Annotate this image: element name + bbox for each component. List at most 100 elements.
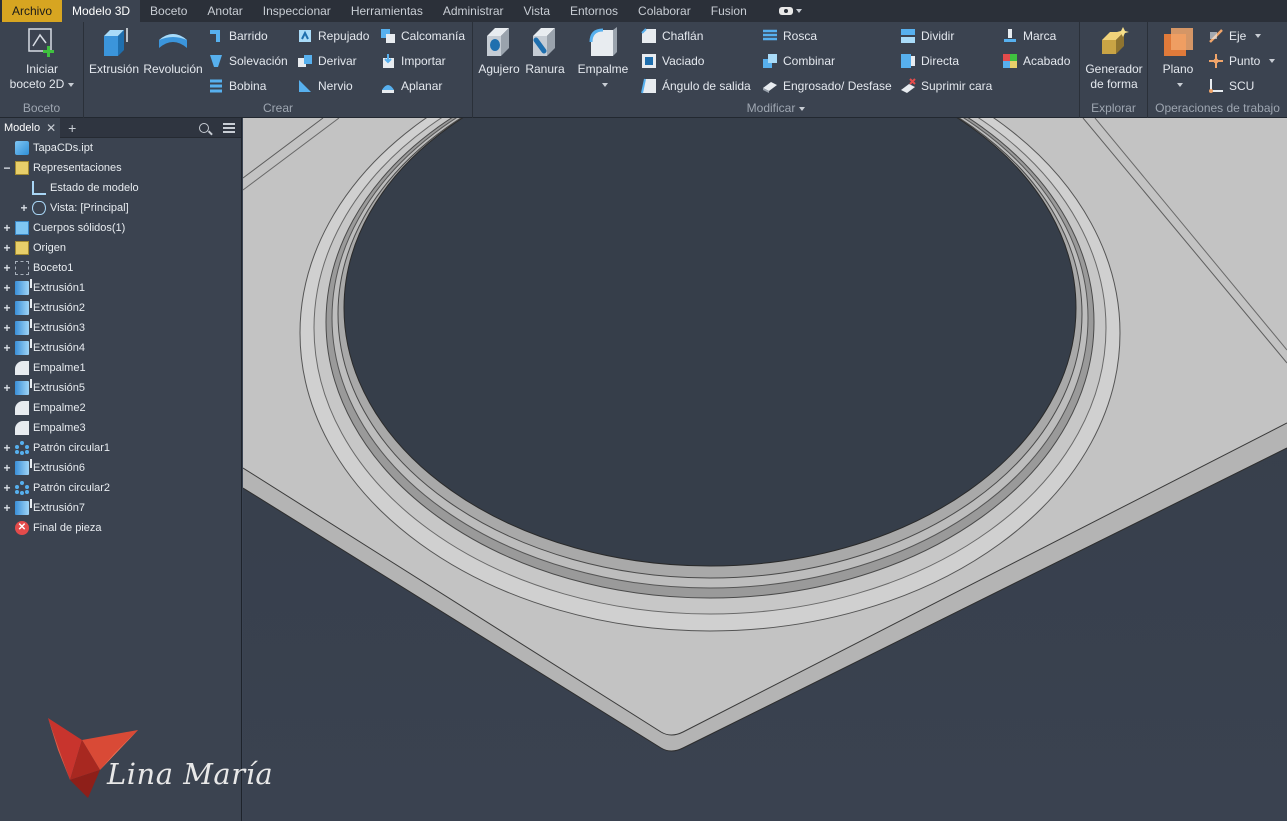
hole-label: Agujero	[478, 62, 520, 76]
menu-tab-vista[interactable]: Vista	[514, 0, 560, 22]
browser-tab-model[interactable]: Modelo ✕	[0, 117, 61, 138]
tree-item-label: Extrusión6	[33, 462, 85, 474]
folder-icon	[15, 241, 29, 255]
expand-icon[interactable]: +	[3, 482, 11, 494]
split-button[interactable]: Dividir	[900, 25, 954, 47]
expand-icon[interactable]: +	[3, 382, 11, 394]
fillet-dropdown-icon[interactable]	[573, 77, 633, 92]
slot-button[interactable]: Ranura	[523, 26, 567, 77]
menu-tab-inspeccionar[interactable]: Inspeccionar	[253, 0, 341, 22]
tree-item[interactable]: − Representaciones	[3, 158, 122, 178]
shape-generator-label-2: de forma	[1090, 77, 1138, 91]
emboss-button[interactable]: Repujado	[297, 25, 369, 47]
mark-button[interactable]: Marca	[1002, 25, 1056, 47]
shell-label: Vaciado	[662, 54, 705, 68]
tree-item[interactable]: Empalme3	[3, 418, 86, 438]
expand-icon[interactable]: +	[3, 242, 11, 254]
tree-item[interactable]: + Extrusión4	[3, 338, 85, 358]
tree-item[interactable]: + Boceto1	[3, 258, 73, 278]
hole-button[interactable]: Agujero	[476, 26, 522, 77]
panel-title-modificar[interactable]: Modificar	[473, 101, 1079, 115]
menu-tab-boceto[interactable]: Boceto	[140, 0, 197, 22]
tree-item[interactable]: Estado de modelo	[20, 178, 139, 198]
close-icon[interactable]: ✕	[46, 118, 56, 138]
menu-tab-fusion[interactable]: Fusion	[701, 0, 757, 22]
thicken-offset-button[interactable]: Engrosado/ Desfase	[762, 75, 892, 97]
delete-face-button[interactable]: Suprimir cara	[900, 75, 992, 97]
tree-item[interactable]: + Extrusión6	[3, 458, 85, 478]
tree-item[interactable]: + Vista: [Principal]	[20, 198, 129, 218]
direct-edit-button[interactable]: Directa	[900, 50, 959, 72]
tree-item[interactable]: Empalme1	[3, 358, 86, 378]
import-button[interactable]: Importar	[380, 50, 446, 72]
menu-tab-colaborar[interactable]: Colaborar	[628, 0, 701, 22]
menu-tab-entornos[interactable]: Entornos	[560, 0, 628, 22]
shell-button[interactable]: Vaciado	[641, 50, 704, 72]
work-axis-button[interactable]: Eje	[1208, 25, 1262, 47]
tree-item[interactable]: ✕ Final de pieza	[3, 518, 102, 538]
derive-button[interactable]: Derivar	[297, 50, 357, 72]
tree-item[interactable]: + Patrón circular1	[3, 438, 110, 458]
combine-button[interactable]: Combinar	[762, 50, 835, 72]
rib-button[interactable]: Nervio	[297, 75, 353, 97]
axis-dropdown-icon[interactable]	[1255, 34, 1262, 38]
camera-dropdown[interactable]	[771, 0, 810, 22]
tree-item[interactable]: + Patrón circular2	[3, 478, 110, 498]
unwrap-button[interactable]: Aplanar	[380, 75, 442, 97]
tree-item[interactable]: + Extrusión1	[3, 278, 85, 298]
start-2d-sketch-button[interactable]: Iniciar boceto 2D	[6, 26, 78, 92]
surface-texture-button[interactable]: Acabado	[1002, 50, 1070, 72]
menu-tab-herramientas[interactable]: Herramientas	[341, 0, 433, 22]
menu-tab-modelo-3d[interactable]: Modelo 3D	[62, 0, 141, 22]
tree-item[interactable]: + Extrusión7	[3, 498, 85, 518]
expand-icon[interactable]: +	[3, 222, 11, 234]
extrude-icon	[15, 339, 32, 355]
extrude-button[interactable]: Extrusión	[88, 26, 140, 77]
add-tab-icon[interactable]: +	[68, 120, 76, 136]
expand-icon[interactable]: +	[3, 322, 11, 334]
menu-tab-anotar[interactable]: Anotar	[197, 0, 252, 22]
expand-icon[interactable]: +	[3, 302, 11, 314]
graphics-viewport[interactable]	[243, 118, 1287, 821]
expand-icon[interactable]: +	[3, 342, 11, 354]
search-icon[interactable]	[199, 122, 209, 133]
menu-icon[interactable]	[223, 122, 235, 133]
work-plane-button[interactable]: Plano	[1154, 26, 1202, 92]
tree-item[interactable]: Empalme2	[3, 398, 86, 418]
thread-button[interactable]: Rosca	[762, 25, 817, 47]
decal-button[interactable]: Calcomanía	[380, 25, 465, 47]
coil-button[interactable]: Bobina	[208, 75, 266, 97]
work-point-button[interactable]: Punto	[1208, 50, 1276, 72]
menu-tab-administrar[interactable]: Administrar	[433, 0, 514, 22]
point-dropdown-icon[interactable]	[1269, 59, 1276, 63]
chamfer-button[interactable]: Chaflán	[641, 25, 703, 47]
menu-tab-archivo[interactable]: Archivo	[2, 0, 63, 22]
tree-item-label: Representaciones	[33, 162, 122, 174]
draft-angle-label: Ángulo de salida	[662, 79, 751, 93]
ucs-button[interactable]: SCU	[1208, 75, 1254, 97]
expand-icon[interactable]: +	[3, 262, 11, 274]
tree-item[interactable]: TapaCDs.ipt	[3, 138, 93, 158]
expand-icon[interactable]: +	[20, 202, 28, 214]
loft-button[interactable]: Solevación	[208, 50, 288, 72]
fillet-button[interactable]: Empalme	[573, 26, 633, 92]
shape-generator-button[interactable]: Generador de forma	[1082, 26, 1146, 92]
ribbon: Iniciar boceto 2D Boceto Extrusión Revol…	[0, 22, 1287, 118]
expand-icon[interactable]: +	[3, 442, 11, 454]
tree-item[interactable]: + Extrusión5	[3, 378, 85, 398]
draft-angle-button[interactable]: Ángulo de salida	[641, 75, 751, 97]
tree-item[interactable]: + Origen	[3, 238, 66, 258]
tree-item[interactable]: + Cuerpos sólidos(1)	[3, 218, 125, 238]
tree-item-label: Extrusión7	[33, 502, 85, 514]
tree-item-label: Empalme1	[33, 362, 86, 374]
collapse-icon[interactable]: −	[3, 162, 11, 174]
tree-item[interactable]: + Extrusión3	[3, 318, 85, 338]
tree-item[interactable]: + Extrusión2	[3, 298, 85, 318]
shell-icon	[641, 53, 657, 69]
expand-icon[interactable]: +	[3, 462, 11, 474]
revolve-button[interactable]: Revolución	[142, 26, 204, 77]
plane-dropdown-icon[interactable]	[1154, 77, 1202, 92]
sweep-button[interactable]: Barrido	[208, 25, 268, 47]
expand-icon[interactable]: +	[3, 282, 11, 294]
expand-icon[interactable]: +	[3, 502, 11, 514]
